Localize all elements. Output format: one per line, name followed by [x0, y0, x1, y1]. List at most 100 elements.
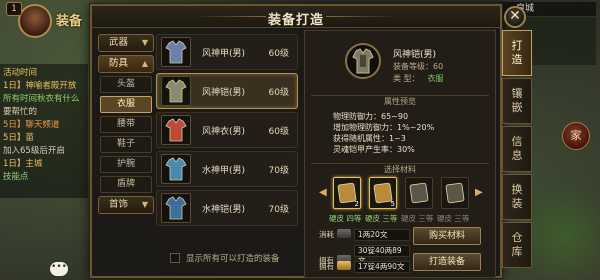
player-name: 装备 — [56, 14, 83, 29]
craft-equipment-button[interactable]: 打造装备 — [413, 253, 481, 271]
side-tab[interactable]: 镶嵌 — [502, 78, 532, 124]
item-row[interactable]: 风神衣(男) 60级 — [156, 112, 298, 148]
chat-line: 5日】苗 — [3, 133, 34, 143]
material-slot[interactable] — [405, 177, 433, 209]
category-sub-item[interactable]: 腰带 — [100, 116, 152, 133]
item-row[interactable]: 风神甲(男) 60级 — [156, 34, 298, 70]
category-label: 首饰 — [109, 199, 129, 210]
item-type-value: 衣服 — [427, 74, 444, 83]
player-level-badge: 1 — [6, 2, 22, 16]
show-all-toggle[interactable]: 显示所有可以打造的装备 — [170, 252, 280, 264]
material-slot[interactable]: 2 — [333, 177, 361, 209]
leather-material-icon — [409, 182, 429, 204]
armor-icon — [345, 43, 381, 79]
category-sub-item[interactable]: 头盔 — [100, 76, 152, 93]
item-row[interactable]: 水神铠(男) 70级 — [156, 190, 298, 226]
item-name: 风神铠(男) — [202, 88, 246, 98]
material-header: 选择材料 — [311, 163, 489, 175]
category-list: 武器 ▼ 防具 ▲ 头盔 衣服 腰带 鞋子 护腕 盾牌 首饰 ▼ — [98, 34, 154, 248]
cost-value: 17锭4两90文 — [354, 261, 410, 273]
armor-icon — [161, 76, 191, 106]
show-all-label: 显示所有可以打造的装备 — [186, 254, 280, 264]
item-type: 类 型： 衣服 — [393, 73, 444, 84]
cost-row: 拥有 17锭4两90文 — [319, 261, 410, 273]
material-label: 硬皮 三等 — [437, 214, 470, 223]
armor-icon — [161, 115, 191, 145]
material-label: 硬皮 三等 — [365, 214, 398, 223]
cost-value: 30锭40两89文 — [354, 245, 410, 265]
chat-line: 要帮忙的 — [3, 107, 38, 117]
item-name: 风神铠(男) — [393, 50, 437, 60]
item-name: 水神铠(男) — [202, 205, 246, 215]
arrow-left-icon[interactable]: ◀ — [319, 187, 327, 198]
home-button[interactable]: 家 — [562, 122, 590, 150]
arrow-right-icon[interactable]: ▶ — [475, 187, 483, 198]
silver-coin-icon — [337, 229, 351, 238]
armor-icon — [161, 193, 191, 223]
category-label: 武器 — [109, 37, 129, 48]
category-group[interactable]: 防具 ▲ — [98, 55, 154, 73]
item-level: 60级 — [268, 127, 289, 137]
chat-line: 1日】神喻者殿开放 — [3, 81, 77, 91]
side-tab[interactable]: 打造 — [502, 30, 532, 76]
category-sub-item[interactable]: 护腕 — [100, 156, 152, 173]
material-count: 2 — [354, 200, 359, 208]
material-slot[interactable]: 5 — [369, 177, 397, 209]
category-sub-item[interactable]: 鞋子 — [100, 136, 152, 153]
side-tab[interactable]: 仓库 — [502, 222, 532, 268]
cost-label: 拥有 — [319, 262, 334, 271]
armor-icon — [161, 154, 191, 184]
item-name: 风神衣(男) — [202, 127, 246, 137]
tab-label: 镶嵌 — [511, 87, 523, 114]
item-name: 水神甲(男) — [202, 166, 246, 176]
category-group[interactable]: 首饰 ▼ — [98, 196, 154, 214]
item-level: 70级 — [268, 205, 289, 215]
cost-row: 消耗 1两20文 — [319, 229, 410, 241]
checkbox[interactable] — [170, 253, 180, 263]
tab-label: 仓库 — [511, 231, 523, 258]
item-list: 风神甲(男) 60级 风神铠(男) 60级 风神衣(男) 60级 水神甲(男) 70级 水神铠(… — [156, 34, 298, 230]
chat-panel[interactable]: 活动时间 1日】神喻者殿开放 所有时间秋衣有什么 要帮忙的 5日】聊天频道 5日】苗 加入6… — [0, 64, 88, 198]
item-row[interactable]: 风神铠(男) 60级 — [156, 73, 298, 109]
stat-line: 物理防御力：65~90 — [333, 112, 409, 121]
window-title: 装备打造 — [267, 13, 324, 28]
category-label: 防具 — [109, 58, 129, 69]
item-name: 风神甲(男) — [202, 49, 246, 59]
window-titlebar: 装备打造 — [92, 6, 500, 28]
chat-bubble-icon[interactable]: ••• — [50, 262, 68, 276]
tab-label: 信息 — [511, 135, 523, 162]
equipment-crafting-window: 装备打造 武器 ▼ 防具 ▲ 头盔 衣服 腰带 鞋子 护腕 盾牌 首饰 ▼ 风神甲(男) 60级 风神铠(… — [90, 4, 502, 278]
chat-line: 所有时间秋衣有什么 — [3, 94, 80, 104]
buy-materials-button[interactable]: 购买材料 — [413, 227, 481, 245]
chevron-down-icon: ▼ — [141, 200, 148, 209]
item-type-label: 类 型： — [393, 74, 420, 83]
gold-coin-icon — [337, 261, 351, 270]
material-label: 硬皮 四等 — [329, 214, 362, 223]
category-sub-item[interactable]: 盾牌 — [100, 176, 152, 193]
leather-material-icon — [445, 182, 465, 204]
tab-label: 换装 — [511, 183, 523, 210]
category-sub-item[interactable]: 衣服 — [100, 96, 152, 113]
chat-line: 活动时间 — [3, 68, 38, 78]
chevron-up-icon: ▲ — [141, 59, 148, 68]
material-label: 硬皮 三等 — [401, 214, 434, 223]
stat-line: 增加物理防御力：1%~20% — [333, 123, 435, 132]
cost-label: 消耗 — [319, 230, 334, 239]
item-detail-panel: 风神铠(男) 装备等级：60 类 型： 衣服 属性预览 物理防御力：65~90 增加… — [304, 30, 496, 278]
chat-line: 1日】主城 — [3, 159, 43, 169]
stat-line: 获得随机属性：1~3 — [333, 134, 406, 143]
item-required-level: 装备等级：60 — [393, 62, 444, 71]
player-avatar[interactable] — [18, 4, 52, 38]
item-row[interactable]: 水神甲(男) 70级 — [156, 151, 298, 187]
category-group[interactable]: 武器 ▼ — [98, 34, 154, 52]
material-slot[interactable] — [441, 177, 469, 209]
close-button[interactable]: ✕ — [504, 6, 526, 28]
chat-line: 加入65级后开启 — [3, 146, 65, 156]
item-level: 60级 — [268, 88, 289, 98]
side-tab[interactable]: 换装 — [502, 174, 532, 220]
title-ornament — [326, 16, 396, 17]
armor-icon — [161, 37, 191, 67]
side-tab[interactable]: 信息 — [502, 126, 532, 172]
item-level: 70级 — [268, 166, 289, 176]
chat-line: 技能点 — [3, 172, 29, 182]
